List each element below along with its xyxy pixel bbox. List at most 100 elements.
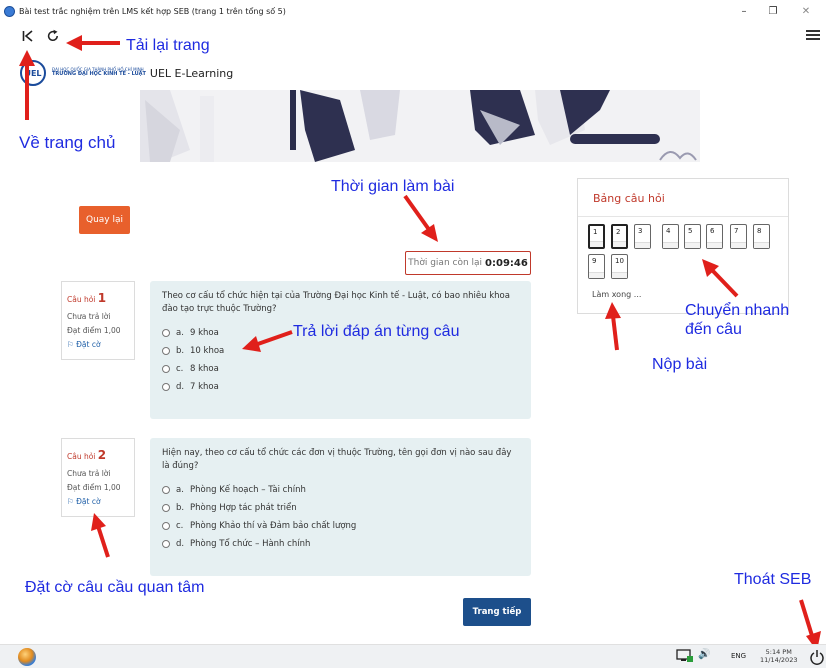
option-text: 10 khoa bbox=[190, 346, 225, 357]
taskbar: 🔊 ENG 5:14 PM 11/14/2023 bbox=[0, 644, 826, 668]
flag-label: Đặt cờ bbox=[76, 497, 101, 507]
clock-time: 5:14 PM bbox=[765, 648, 792, 656]
timer-value: 0:09:46 bbox=[485, 257, 528, 269]
option-2c[interactable]: c. Phòng Khảo thí và Đảm bảo chất lượng bbox=[162, 517, 519, 535]
radio-button[interactable] bbox=[162, 522, 170, 531]
question-navigation-panel: Bảng câu hỏi 1 2 3 4 5 6 7 8 9 10 Làm xo… bbox=[577, 178, 789, 314]
annotation-jump-line2: đến câu bbox=[685, 321, 742, 338]
annotation-submit: Nộp bài bbox=[652, 356, 708, 373]
radio-button[interactable] bbox=[162, 504, 170, 513]
option-letter: c. bbox=[176, 364, 184, 375]
question-number: 1 bbox=[97, 291, 107, 305]
nav-question-5[interactable]: 5 bbox=[684, 224, 701, 249]
radio-button[interactable] bbox=[162, 486, 170, 495]
clock-date: 11/14/2023 bbox=[760, 656, 798, 665]
option-letter: b. bbox=[176, 346, 185, 357]
reload-button[interactable] bbox=[43, 26, 63, 46]
home-button[interactable] bbox=[18, 26, 38, 46]
option-2a[interactable]: a. Phòng Kế hoạch – Tài chính bbox=[162, 481, 519, 499]
radio-button[interactable] bbox=[162, 540, 170, 549]
option-2b[interactable]: b. Phòng Hợp tác phát triển bbox=[162, 499, 519, 517]
radio-button[interactable] bbox=[162, 365, 170, 374]
question-text: Hiện nay, theo cơ cấu tổ chức các đơn vị… bbox=[162, 448, 512, 472]
divider bbox=[578, 216, 788, 217]
annotation-answer: Trả lời đáp án từng câu bbox=[293, 323, 460, 340]
nav-question-2[interactable]: 2 bbox=[611, 224, 628, 249]
option-text: 9 khoa bbox=[190, 328, 219, 339]
hero-illustration bbox=[140, 90, 700, 162]
option-letter: c. bbox=[176, 521, 184, 532]
menu-icon[interactable] bbox=[806, 28, 820, 42]
timer-box: Thời gian còn lại 0:09:46 bbox=[405, 251, 531, 275]
option-text: Phòng Hợp tác phát triển bbox=[190, 503, 297, 514]
option-2d[interactable]: d. Phòng Tổ chức – Hành chính bbox=[162, 535, 519, 553]
site-header: UEL ĐẠI HỌC QUỐC GIA THÀNH PHỐ HỒ CHÍ MI… bbox=[20, 60, 233, 86]
question-label: Câu hỏi bbox=[67, 452, 96, 461]
flag-question-1[interactable]: ⚐ Đặt cờ bbox=[67, 338, 129, 352]
radio-button[interactable] bbox=[162, 329, 170, 338]
radio-button[interactable] bbox=[162, 347, 170, 356]
uel-logo[interactable]: UEL bbox=[20, 60, 46, 86]
site-name[interactable]: UEL E-Learning bbox=[150, 67, 233, 80]
question-points: Đạt điểm 1,00 bbox=[67, 326, 121, 336]
annotation-jump-line1: Chuyển nhanh bbox=[685, 302, 790, 319]
nav-question-4[interactable]: 4 bbox=[662, 224, 679, 249]
clock[interactable]: 5:14 PM 11/14/2023 bbox=[760, 648, 797, 665]
option-1b[interactable]: b. 10 khoa bbox=[162, 342, 519, 360]
minimize-button[interactable]: – bbox=[730, 0, 758, 22]
question-text: Theo cơ cấu tổ chức hiện tại của Trường … bbox=[162, 291, 510, 315]
annotation-time: Thời gian làm bài bbox=[331, 178, 455, 195]
nav-question-10[interactable]: 10 bbox=[611, 254, 628, 279]
question-number: 2 bbox=[97, 448, 107, 462]
language-indicator[interactable]: ENG bbox=[731, 652, 746, 660]
flag-label: Đặt cờ bbox=[76, 340, 101, 350]
question-1-box: Theo cơ cấu tổ chức hiện tại của Trường … bbox=[150, 281, 531, 419]
option-text: Phòng Khảo thí và Đảm bảo chất lượng bbox=[190, 521, 357, 532]
question-status: Chưa trả lời bbox=[67, 468, 111, 478]
option-letter: d. bbox=[176, 382, 185, 393]
annotation-reload: Tải lại trang bbox=[126, 37, 210, 54]
question-points: Đạt điểm 1,00 bbox=[67, 483, 121, 493]
window-title: Bài test trắc nghiệm trên LMS kết hợp SE… bbox=[19, 6, 286, 16]
start-button-icon[interactable] bbox=[18, 648, 36, 666]
option-text: Phòng Kế hoạch – Tài chính bbox=[190, 485, 306, 496]
finish-attempt-link[interactable]: Làm xong ... bbox=[592, 290, 641, 299]
seb-app-icon bbox=[4, 5, 15, 17]
power-icon[interactable] bbox=[810, 648, 824, 666]
title-bar: Bài test trắc nghiệm trên LMS kết hợp SE… bbox=[0, 0, 826, 22]
browser-toolbar bbox=[0, 22, 826, 50]
question-2-info: Câu hỏi 2 Chưa trả lời Đạt điểm 1,00 ⚐ Đ… bbox=[61, 438, 135, 517]
nav-panel-title: Bảng câu hỏi bbox=[593, 192, 665, 205]
flag-question-2[interactable]: ⚐ Đặt cờ bbox=[67, 495, 129, 509]
nav-question-9[interactable]: 9 bbox=[588, 254, 605, 279]
arrow-to-timer bbox=[403, 194, 438, 242]
radio-button[interactable] bbox=[162, 383, 170, 392]
annotation-exit: Thoát SEB bbox=[734, 571, 812, 588]
timer-label: Thời gian còn lại bbox=[408, 258, 483, 268]
arrow-to-flag bbox=[91, 513, 110, 558]
nav-question-3[interactable]: 3 bbox=[634, 224, 651, 249]
school-line: TRƯỜNG ĐẠI HỌC KINH TẾ - LUẬT bbox=[52, 71, 146, 78]
option-1d[interactable]: d. 7 khoa bbox=[162, 378, 519, 396]
back-button[interactable]: Quay lại bbox=[79, 206, 130, 234]
option-1c[interactable]: c. 8 khoa bbox=[162, 360, 519, 378]
option-letter: a. bbox=[176, 485, 184, 496]
nav-question-6[interactable]: 6 bbox=[706, 224, 723, 249]
nav-question-1[interactable]: 1 bbox=[588, 224, 605, 249]
volume-icon[interactable]: 🔊 bbox=[698, 649, 710, 660]
home-back-icon bbox=[22, 30, 33, 42]
option-text: 7 khoa bbox=[190, 382, 219, 393]
nav-question-8[interactable]: 8 bbox=[753, 224, 770, 249]
question-1-info: Câu hỏi 1 Chưa trả lời Đạt điểm 1,00 ⚐ Đ… bbox=[61, 281, 135, 360]
option-letter: b. bbox=[176, 503, 185, 514]
maximize-button[interactable]: ❐ bbox=[759, 0, 787, 22]
nav-question-7[interactable]: 7 bbox=[730, 224, 747, 249]
annotation-home: Về trang chủ bbox=[19, 133, 116, 152]
reload-icon bbox=[47, 29, 58, 42]
question-status: Chưa trả lời bbox=[67, 311, 111, 321]
close-button[interactable]: ✕ bbox=[792, 0, 820, 22]
next-page-button[interactable]: Trang tiếp bbox=[463, 598, 531, 626]
flag-icon: ⚐ bbox=[67, 340, 74, 350]
network-icon[interactable] bbox=[676, 649, 694, 663]
seb-window: { "window": { "title": "Bài test trắc ng… bbox=[0, 0, 826, 668]
